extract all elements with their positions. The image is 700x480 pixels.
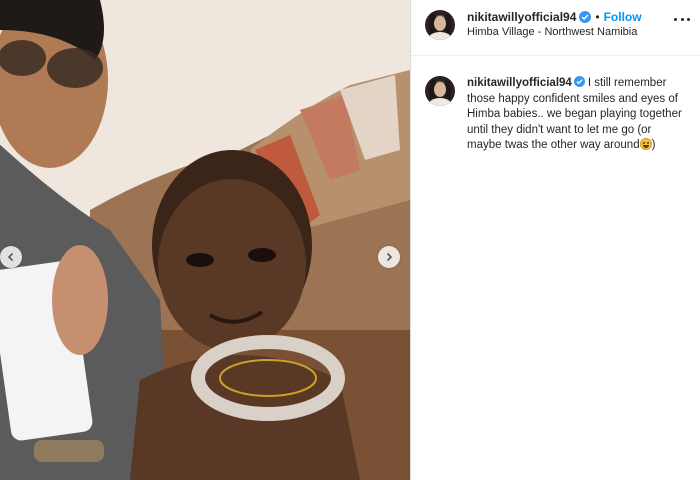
follow-button[interactable]: Follow [604,10,642,24]
chevron-right-icon [386,252,393,262]
post-photo [0,0,410,480]
post-side-panel: nikitawillyofficial94 • Follow Himba Vil… [411,0,700,480]
verified-badge-icon [573,76,585,87]
post-caption: nikitawillyofficial94 I still remember th… [467,76,687,154]
location-link[interactable]: Himba Village - Northwest Namibia [467,26,637,38]
chevron-left-icon [7,252,14,262]
user-line: nikitawillyofficial94 • Follow [467,10,642,24]
carousel-next-button[interactable] [378,246,400,268]
post-header: nikitawillyofficial94 • Follow Himba Vil… [411,0,700,56]
laughing-emoji-icon [639,138,652,150]
caption-username-link[interactable]: nikitawillyofficial94 [467,77,572,89]
avatar[interactable] [425,10,455,40]
verified-badge-icon [579,11,592,23]
caption-avatar[interactable] [425,76,455,106]
username-link[interactable]: nikitawillyofficial94 [467,10,576,24]
separator-dot: • [595,10,600,24]
post-media[interactable] [0,0,410,480]
carousel-prev-button[interactable] [0,246,22,268]
more-options-icon [674,17,677,21]
more-options-button[interactable] [674,14,690,24]
caption-text-end: ) [651,139,656,151]
